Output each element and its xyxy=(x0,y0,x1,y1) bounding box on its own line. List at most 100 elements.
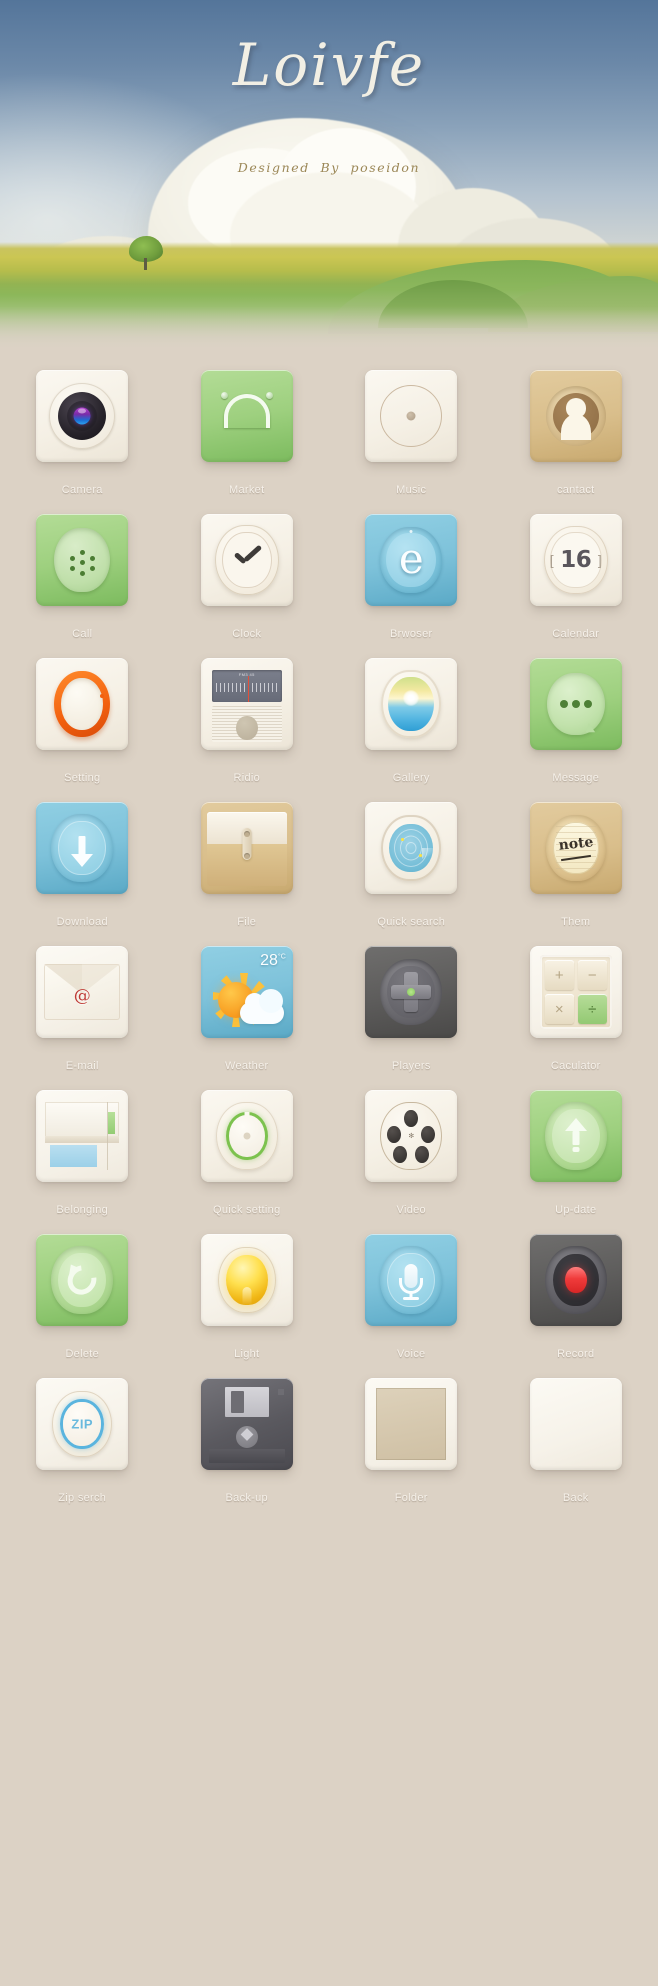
app-icon-camera[interactable]: Camera xyxy=(0,352,165,496)
bubble-dot xyxy=(571,700,580,708)
radar-icon[interactable] xyxy=(365,802,458,894)
icon-label: Belonging xyxy=(56,1204,109,1216)
icon-row: Camera Market Music cantact xyxy=(0,352,658,496)
app-icon-record[interactable]: Record xyxy=(494,1216,658,1360)
film-reel-icon[interactable]: ✻ xyxy=(365,1090,458,1182)
app-icon-call[interactable]: Call xyxy=(0,496,165,640)
app-icon-players[interactable]: Players xyxy=(329,928,494,1072)
speech-bubble-icon[interactable] xyxy=(529,658,622,750)
shopping-bag-icon[interactable] xyxy=(200,370,293,462)
app-icon-belonging[interactable]: Belonging xyxy=(0,1072,165,1216)
icon-label: Calendar xyxy=(552,628,600,640)
app-icon-setting[interactable]: Setting xyxy=(0,640,165,784)
calculator-key-minus[interactable]: − xyxy=(577,960,607,990)
app-icon-radio[interactable]: FM3 45 Ridio xyxy=(165,640,330,784)
light-bulb-icon[interactable] xyxy=(200,1234,293,1326)
icon-label: Back-up xyxy=(225,1492,268,1504)
app-icon-browser[interactable]: e Brwoser xyxy=(329,496,494,640)
app-icon-gallery[interactable]: Gallery xyxy=(329,640,494,784)
icon-label: Caculator xyxy=(550,1060,601,1072)
update-arrow-head xyxy=(564,1118,587,1131)
envelope-at-icon[interactable]: @ xyxy=(36,946,129,1038)
app-icon-delete[interactable]: Delete xyxy=(0,1216,165,1360)
app-icon-calculator[interactable]: + − × ÷ Caculator xyxy=(494,928,658,1072)
gamepad-dpad-icon[interactable] xyxy=(365,946,458,1038)
calculator-frame: + − × ÷ xyxy=(539,955,612,1029)
microphone-icon[interactable] xyxy=(365,1234,458,1326)
browser-e-icon[interactable]: e xyxy=(365,514,458,606)
icon-label: Setting xyxy=(64,772,101,784)
icon-label: Zip serch xyxy=(58,1492,107,1504)
record-red-button xyxy=(564,1267,587,1293)
dial-knob-icon[interactable] xyxy=(36,658,129,750)
floppy-disk-icon[interactable] xyxy=(200,1378,293,1470)
app-icon-email[interactable]: @ E-mail xyxy=(0,928,165,1072)
app-icon-zip-search[interactable]: ZIP Zip serch xyxy=(0,1360,165,1504)
download-arrow-icon[interactable] xyxy=(36,802,129,894)
temperature-value: 28 xyxy=(260,952,278,969)
app-icon-contact[interactable]: cantact xyxy=(494,352,658,496)
app-icon-message[interactable]: Message xyxy=(494,640,658,784)
bag-stud-left xyxy=(220,392,228,399)
app-icon-calendar[interactable]: [ ] 16 Calendar xyxy=(494,496,658,640)
app-icon-weather[interactable]: 28°C Weather xyxy=(165,928,330,1072)
record-button-icon[interactable] xyxy=(529,1234,622,1326)
floppy-write-notch xyxy=(277,1389,284,1395)
app-icon-folder[interactable]: Folder xyxy=(329,1360,494,1504)
vinyl-record-icon[interactable] xyxy=(365,370,458,462)
knob-face xyxy=(61,678,104,730)
document-vertical-rule xyxy=(107,1102,109,1170)
zip-circle-icon[interactable]: ZIP xyxy=(36,1378,129,1470)
note-icon[interactable]: note xyxy=(529,802,622,894)
app-icon-quick-setting[interactable]: Quick setting xyxy=(165,1072,330,1216)
icon-label: Camera xyxy=(61,484,103,496)
app-icon-quick-search[interactable]: Quick search xyxy=(329,784,494,928)
icon-label: Them xyxy=(561,916,591,928)
file-envelope-icon[interactable] xyxy=(200,802,293,894)
person-avatar-icon[interactable] xyxy=(529,370,622,462)
app-icon-them[interactable]: note Them xyxy=(494,784,658,928)
app-icon-back[interactable]: Back xyxy=(494,1360,658,1504)
up-arrow-icon[interactable] xyxy=(529,1090,622,1182)
app-icon-clock[interactable]: Clock xyxy=(165,496,330,640)
icon-label: Message xyxy=(552,772,600,784)
sun-cloud-icon[interactable]: 28°C xyxy=(200,946,293,1038)
calendar-day-number: 16 xyxy=(560,547,592,573)
radio-icon[interactable]: FM3 45 xyxy=(200,658,293,750)
app-icon-backup[interactable]: Back-up xyxy=(165,1360,330,1504)
undo-arrow-icon[interactable] xyxy=(36,1234,129,1326)
icon-label: Ridio xyxy=(233,772,261,784)
app-icon-music[interactable]: Music xyxy=(329,352,494,496)
radar-sweep xyxy=(411,848,434,870)
phone-speaker-icon[interactable] xyxy=(36,514,129,606)
app-icon-download[interactable]: Download xyxy=(0,784,165,928)
calculator-key-multiply[interactable]: × xyxy=(544,994,574,1024)
app-icon-video[interactable]: ✻ Video xyxy=(329,1072,494,1216)
app-icon-market[interactable]: Market xyxy=(165,352,330,496)
sunrise-photo-icon[interactable] xyxy=(365,658,458,750)
app-icon-voice[interactable]: Voice xyxy=(329,1216,494,1360)
clock-icon[interactable] xyxy=(200,514,293,606)
app-icon-file[interactable]: File xyxy=(165,784,330,928)
calendar-icon[interactable]: [ ] 16 xyxy=(529,514,622,606)
icon-row: Belonging Quick setting ✻ Video Up-date xyxy=(0,1072,658,1216)
icon-label: Players xyxy=(391,1060,431,1072)
blank-tile-icon[interactable] xyxy=(529,1378,622,1470)
camera-icon[interactable] xyxy=(36,370,129,462)
icon-label: cantact xyxy=(556,484,595,496)
app-icon-light[interactable]: Light xyxy=(165,1216,330,1360)
calculator-key-divide[interactable]: ÷ xyxy=(577,994,607,1024)
hero-wallpaper: Loivfe Designed By poseidon xyxy=(0,0,658,352)
zip-glyph: ZIP xyxy=(71,1416,94,1432)
page-title: Loivfe xyxy=(232,31,426,99)
documents-stack-icon[interactable] xyxy=(36,1090,129,1182)
app-icon-update[interactable]: Up-date xyxy=(494,1072,658,1216)
calculator-key-plus[interactable]: + xyxy=(544,960,574,990)
calculator-icon[interactable]: + − × ÷ xyxy=(529,946,622,1038)
record-hub xyxy=(406,411,416,421)
document-green-strip xyxy=(108,1112,116,1134)
radio-needle xyxy=(248,676,250,702)
bag-handle xyxy=(223,394,270,428)
green-ring-dial-icon[interactable] xyxy=(200,1090,293,1182)
folder-square-icon[interactable] xyxy=(365,1378,458,1470)
